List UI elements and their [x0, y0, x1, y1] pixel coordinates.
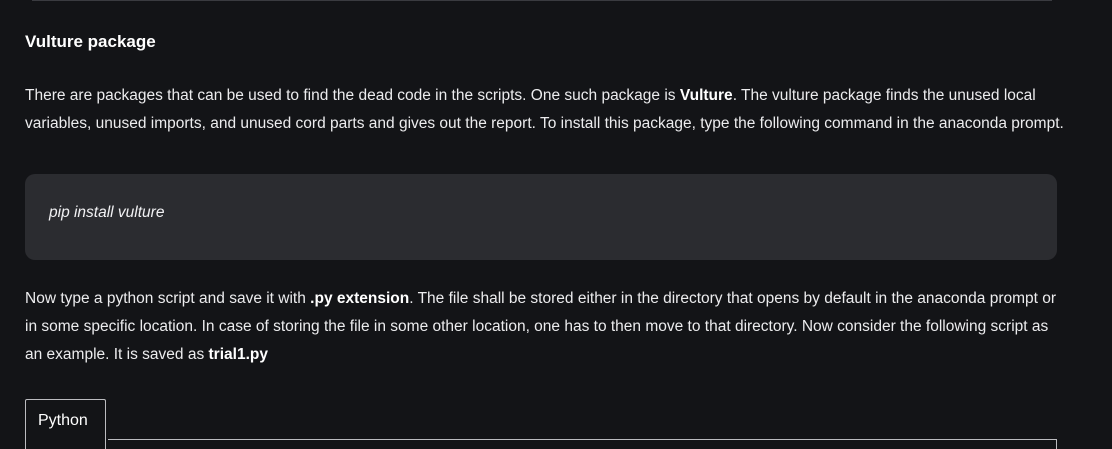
- article-page: Vulture package There are packages that …: [0, 0, 1112, 449]
- tab-python[interactable]: Python: [25, 399, 106, 449]
- script-bold-extension: .py extension: [310, 290, 410, 307]
- top-divider: [32, 0, 1052, 1]
- intro-paragraph: There are packages that can be used to f…: [25, 82, 1065, 138]
- install-command-text: pip install vulture: [49, 204, 165, 221]
- script-text-a: Now type a python script and save it wit…: [25, 290, 311, 307]
- tab-python-label: Python: [38, 412, 88, 429]
- install-command-block[interactable]: pip install vulture: [25, 174, 1057, 260]
- intro-text-a: There are packages that can be used to f…: [25, 87, 680, 104]
- intro-bold-vulture: Vulture: [679, 87, 733, 104]
- script-paragraph: Now type a python script and save it wit…: [25, 285, 1065, 369]
- code-panel-right-border: [1056, 439, 1057, 449]
- code-tabs-baseline: [108, 439, 1057, 440]
- script-bold-filename: trial1.py: [208, 346, 268, 363]
- section-heading: Vulture package: [25, 32, 156, 51]
